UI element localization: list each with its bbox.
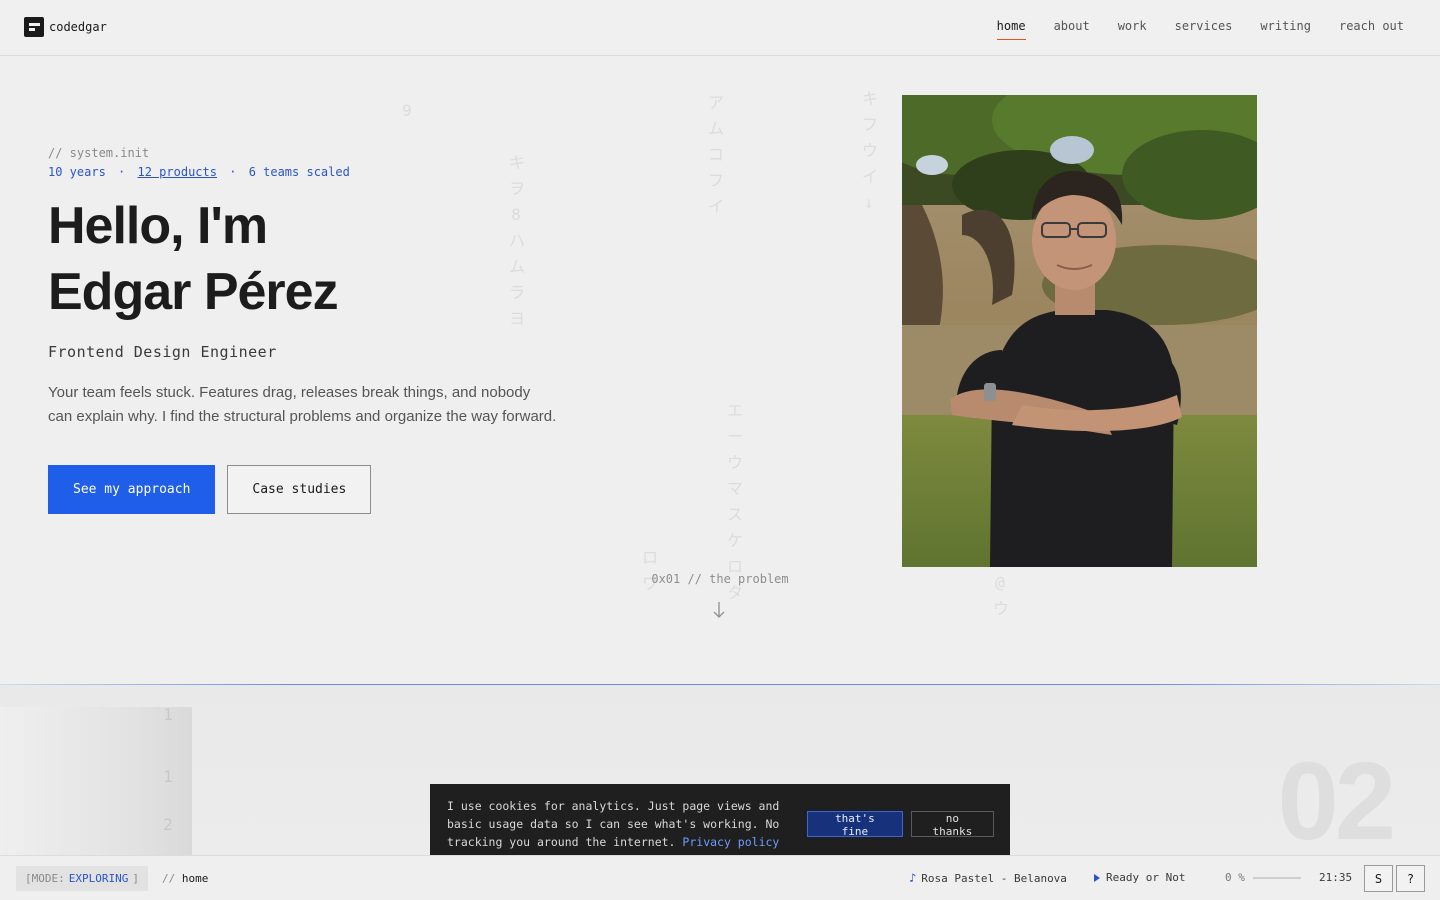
background-glyph-column: 9 [402,101,412,120]
case-studies-button[interactable]: Case studies [227,465,372,514]
nav-item-services[interactable]: services [1175,19,1233,40]
line-number-gutter: 1 1 2 [0,705,192,855]
s-button[interactable]: S [1364,865,1393,892]
hero-actions: See my approach Case studies [48,465,372,514]
status-bar: [MODE: EXPLORING ] // home ♪ Rosa Pastel… [0,855,1440,900]
background-glyph-column: ロ ワ [642,548,659,593]
section-number: 02 [1277,740,1396,863]
hero-stats: 10 years · 12 products · 6 teams scaled [48,165,608,179]
stat-separator: · [229,165,237,179]
cookie-banner: I use cookies for analytics. Just page v… [430,784,1010,864]
music-note-icon: ♪ [909,871,917,885]
stat-teams: 6 teams scaled [248,165,350,179]
breadcrumb-current: home [181,872,209,885]
hero-pitch: Your team feels stuck. Features drag, re… [48,384,557,425]
brand-logo[interactable]: codedgar [24,17,107,37]
system-init-comment: // system.init [48,146,150,160]
background-glyph-column: ア ム コ フ イ [708,93,725,216]
play-icon [1094,873,1100,882]
logo-icon [24,17,44,37]
nav-item-about[interactable]: about [1054,19,1090,40]
music-track[interactable]: ♪ Rosa Pastel - Belanova [909,871,1067,885]
gutter-number: 1 [163,705,173,724]
privacy-policy-link[interactable]: Privacy policy [682,835,779,849]
stat-years: 10 years [48,165,106,179]
accept-cookies-button[interactable]: that's fine [807,811,903,838]
hero-heading-line-2: Edgar Pérez [48,263,339,321]
background-glyph-column: @ ウ [993,573,1010,618]
hero-heading: Hello, I'm Edgar Pérez [48,193,608,325]
mode-indicator[interactable]: [MODE: EXPLORING ] [16,866,148,891]
scroll-hint-label[interactable]: 0x01 // the problem [620,572,820,586]
main-nav: home about work services writing reach o… [996,19,1404,40]
brand-name: codedgar [49,20,107,34]
mode-prefix: [MODE: [25,872,65,885]
hero-section: // system.init 10 years · 12 products · … [48,146,608,429]
breadcrumb-prefix: // [162,872,176,885]
hero-role: Frontend Design Engineer [48,343,277,361]
stat-separator: · [118,165,126,179]
stat-products-link[interactable]: 12 products [138,165,217,179]
hero-heading-line-1: Hello, I'm [48,197,268,255]
track-title: Rosa Pastel - Belanova [921,871,1067,885]
nav-item-home[interactable]: home [996,19,1026,40]
clock: 21:35 [1319,871,1353,884]
volume-label: 0 % [1225,871,1245,884]
nav-item-writing[interactable]: writing [1260,19,1311,40]
help-button[interactable]: ? [1396,865,1425,892]
gutter-number: 1 [163,767,173,786]
nav-item-reach-out[interactable]: reach out [1339,19,1404,40]
now-playing-title: Ready or Not [1106,871,1186,884]
volume-control: 0 % [1225,871,1301,884]
breadcrumb: // home [162,872,208,885]
background-glyph-column: キ フ ウ イ ↓ [862,89,879,212]
arrow-down-icon[interactable] [711,600,727,620]
see-my-approach-button[interactable]: See my approach [48,465,216,514]
play-button[interactable]: Ready or Not [1094,871,1185,884]
top-nav-bar: codedgar home about work services writin… [0,0,1440,56]
decline-cookies-button[interactable]: no thanks [910,811,994,838]
volume-slider[interactable] [1252,876,1301,879]
nav-item-work[interactable]: work [1118,19,1147,40]
mode-suffix: ] [132,872,139,885]
portrait-illustration [902,95,1257,567]
portrait-photo [902,95,1257,567]
cookie-message: I use cookies for analytics. Just page v… [447,797,787,851]
mode-value: EXPLORING [68,872,129,885]
gutter-number: 2 [163,815,173,834]
cookie-actions: that's fine no thanks [807,811,994,838]
